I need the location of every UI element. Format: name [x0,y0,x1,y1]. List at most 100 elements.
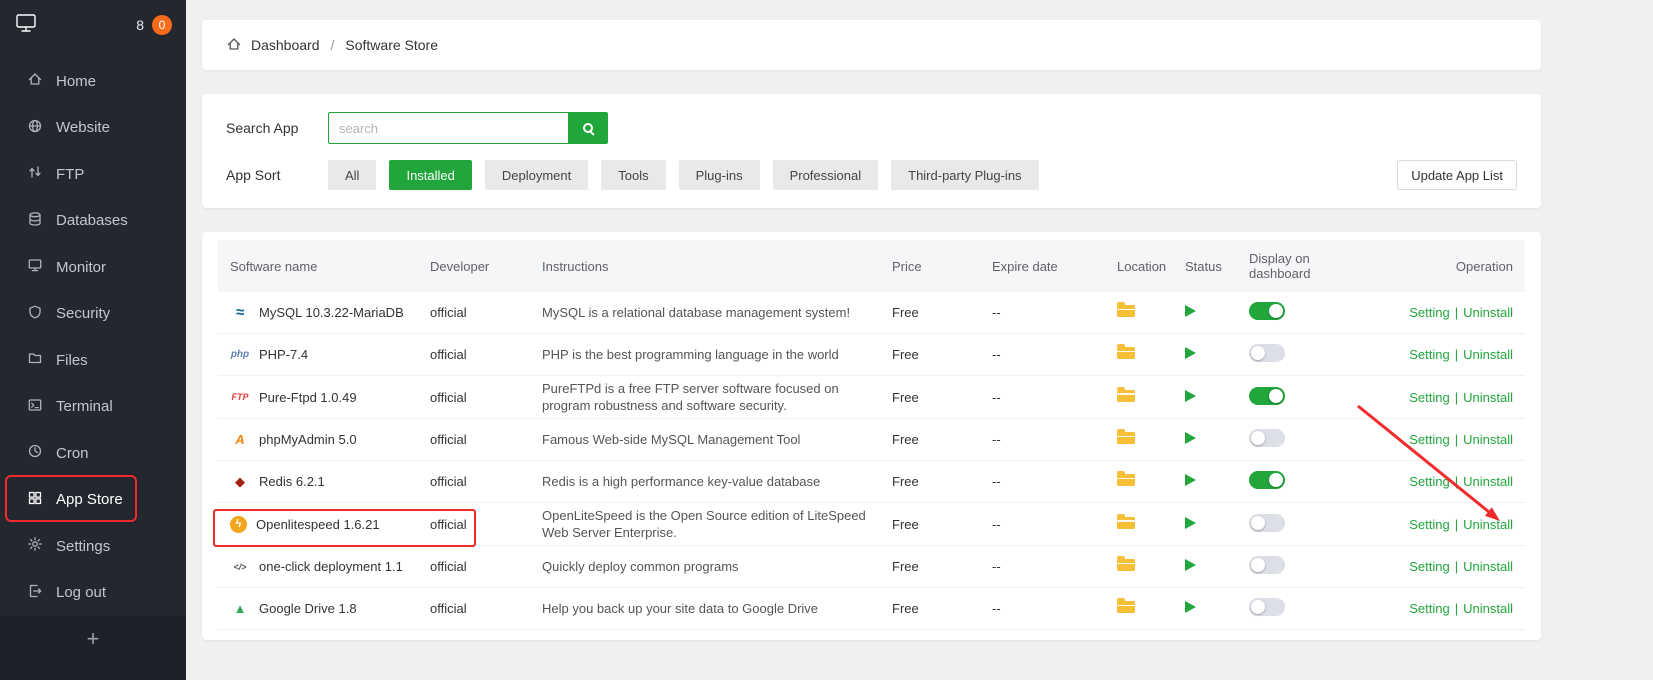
instructions: OpenLiteSpeed is the Open Source edition… [530,503,880,545]
developer: official [418,343,530,366]
sidebar-item-security[interactable]: Security [0,291,186,338]
sidebar-item-settings[interactable]: Settings [0,523,186,570]
dashboard-toggle[interactable] [1249,302,1285,320]
status-play-icon[interactable] [1185,601,1196,613]
sidebar-item-monitor[interactable]: Monitor [0,244,186,291]
setting-link[interactable]: Setting [1409,559,1449,574]
price: Free [880,301,980,324]
price: Free [880,470,980,493]
location-folder-icon[interactable] [1117,432,1135,444]
price: Free [880,555,980,578]
home-icon [27,71,43,91]
status-play-icon[interactable] [1185,559,1196,571]
uninstall-link[interactable]: Uninstall [1463,432,1513,447]
software-name: Openlitespeed 1.6.21 [256,517,380,532]
search-input[interactable] [328,112,568,144]
dashboard-toggle[interactable] [1249,471,1285,489]
software-name: phpMyAdmin 5.0 [259,432,357,447]
dashboard-toggle[interactable] [1249,514,1285,532]
location-folder-icon[interactable] [1117,305,1135,317]
filter-tab-plug-ins[interactable]: Plug-ins [679,160,760,190]
price: Free [880,597,980,620]
filter-tab-professional[interactable]: Professional [773,160,879,190]
search-button[interactable] [568,112,608,144]
sidebar-item-home[interactable]: Home [0,58,186,105]
dashboard-toggle[interactable] [1249,344,1285,362]
dashboard-toggle[interactable] [1249,429,1285,447]
location-folder-icon[interactable] [1117,559,1135,571]
price: Free [880,513,980,536]
notification-badge[interactable]: 0 [152,15,172,35]
sidebar-item-databases[interactable]: Databases [0,198,186,245]
status-play-icon[interactable] [1185,347,1196,359]
table-row: ≈ MySQL 10.3.22-MariaDB official MySQL i… [218,292,1525,334]
uninstall-link[interactable]: Uninstall [1463,390,1513,405]
dashboard-toggle[interactable] [1249,387,1285,405]
setting-link[interactable]: Setting [1409,474,1449,489]
sidebar-item-label: Log out [56,584,106,601]
developer: official [418,470,530,493]
update-app-list-button[interactable]: Update App List [1397,160,1517,190]
filter-panel: Search App App Sort All Installed Deploy… [202,94,1541,208]
status-play-icon[interactable] [1185,517,1196,529]
sidebar-item-ftp[interactable]: FTP [0,151,186,198]
instructions: PHP is the best programming language in … [530,342,880,367]
sidebar-item-cron[interactable]: Cron [0,430,186,477]
toggle-knob [1251,516,1265,530]
sidebar-item-label: Website [56,119,110,136]
toggle-knob [1251,346,1265,360]
sidebar-item-log-out[interactable]: Log out [0,570,186,617]
uninstall-link[interactable]: Uninstall [1463,474,1513,489]
operation-separator: | [1455,559,1458,574]
sidebar-item-files[interactable]: Files [0,337,186,384]
sidebar-add-button[interactable]: + [0,616,186,680]
uninstall-link[interactable]: Uninstall [1463,305,1513,320]
instructions: Quickly deploy common programs [530,554,880,579]
setting-link[interactable]: Setting [1409,390,1449,405]
filter-tab-deployment[interactable]: Deployment [485,160,588,190]
expire-date: -- [980,386,1105,409]
location-folder-icon[interactable] [1117,390,1135,402]
sidebar-nav: Home Website FTP Databases Monitor Secur… [0,50,186,616]
status-play-icon[interactable] [1185,474,1196,486]
filter-tab-installed[interactable]: Installed [389,160,471,190]
sidebar-item-website[interactable]: Website [0,105,186,152]
location-folder-icon[interactable] [1117,601,1135,613]
status-play-icon[interactable] [1185,305,1196,317]
app-sort-label: App Sort [226,167,328,183]
header-expire-date: Expire date [980,255,1105,278]
setting-link[interactable]: Setting [1409,432,1449,447]
uninstall-link[interactable]: Uninstall [1463,559,1513,574]
expire-date: -- [980,301,1105,324]
setting-link[interactable]: Setting [1409,347,1449,362]
uninstall-link[interactable]: Uninstall [1463,601,1513,616]
dashboard-toggle[interactable] [1249,556,1285,574]
sidebar-item-label: Home [56,73,96,90]
monitor-icon [27,257,43,277]
sidebar-item-app-store[interactable]: App Store [0,477,186,524]
developer: official [418,513,530,536]
logout-icon [27,583,43,603]
status-play-icon[interactable] [1185,390,1196,402]
expire-date: -- [980,428,1105,451]
uninstall-link[interactable]: Uninstall [1463,347,1513,362]
developer: official [418,597,530,620]
software-name: Pure-Ftpd 1.0.49 [259,390,357,405]
location-folder-icon[interactable] [1117,517,1135,529]
sidebar-item-terminal[interactable]: Terminal [0,384,186,431]
status-play-icon[interactable] [1185,432,1196,444]
header-software-name: Software name [218,255,418,278]
dashboard-toggle[interactable] [1249,598,1285,616]
breadcrumb-dashboard-link[interactable]: Dashboard [251,37,320,53]
filter-tab-third-party-plug-ins[interactable]: Third-party Plug-ins [891,160,1038,190]
location-folder-icon[interactable] [1117,474,1135,486]
filter-tab-all[interactable]: All [328,160,376,190]
setting-link[interactable]: Setting [1409,305,1449,320]
setting-link[interactable]: Setting [1409,517,1449,532]
table-body: ≈ MySQL 10.3.22-MariaDB official MySQL i… [218,292,1525,630]
filter-tab-tools[interactable]: Tools [601,160,665,190]
folder-outline-icon [27,350,43,370]
location-folder-icon[interactable] [1117,347,1135,359]
setting-link[interactable]: Setting [1409,601,1449,616]
uninstall-link[interactable]: Uninstall [1463,517,1513,532]
